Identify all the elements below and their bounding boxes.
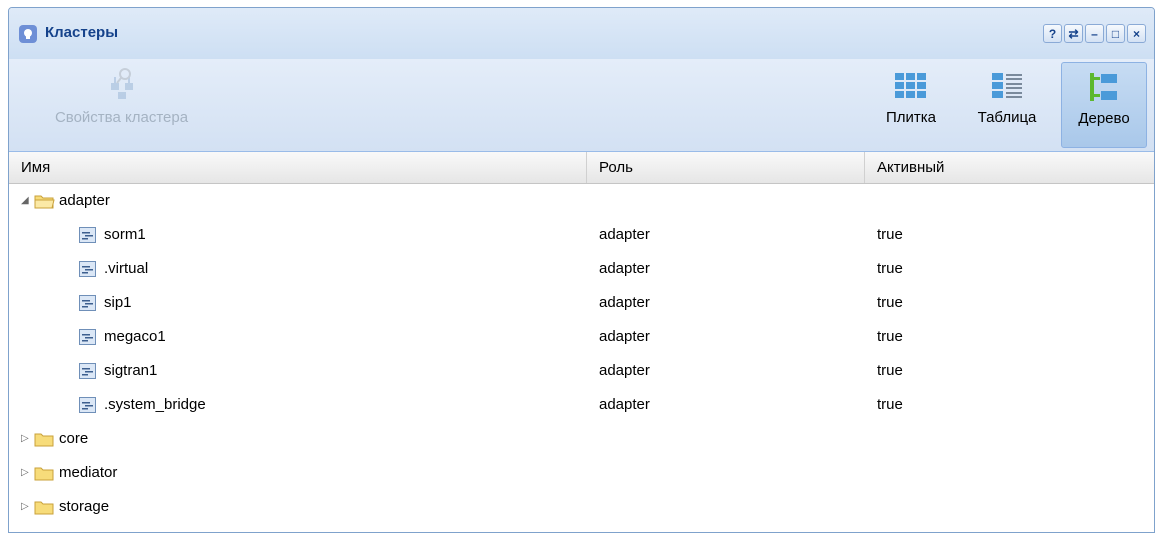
node-name: sip1: [104, 294, 132, 311]
node-name: sigtran1: [104, 362, 158, 379]
clusters-app-icon: [19, 25, 37, 43]
node-role: adapter: [599, 328, 650, 345]
clusters-window: Кластеры ? ⇄ – □ × Свойства кластера Пли…: [8, 7, 1155, 533]
cluster-node-icon: [79, 295, 96, 311]
tree-grid-body: ◢ adapter sorm1 adapter true .virtual ad…: [9, 184, 1154, 524]
node-role: adapter: [599, 260, 650, 277]
folder-name: storage: [59, 498, 110, 515]
expanded-arrow-icon[interactable]: ◢: [21, 184, 29, 218]
view-table-button[interactable]: Таблица: [964, 71, 1050, 126]
cluster-node-icon: [79, 227, 96, 243]
tree-view-icon: [1090, 73, 1117, 101]
node-name: megaco1: [104, 328, 166, 345]
tile-view-icon: [895, 73, 926, 98]
node-active: true: [877, 328, 903, 345]
window-title: Кластеры: [45, 24, 119, 41]
view-tile-label: Плитка: [885, 109, 937, 126]
refresh-icon[interactable]: ⇄: [1064, 24, 1083, 43]
node-name: sorm1: [104, 226, 146, 243]
close-icon[interactable]: ×: [1127, 24, 1146, 43]
view-table-label: Таблица: [977, 109, 1037, 126]
view-tree-label: Дерево: [1078, 110, 1130, 127]
table-view-icon: [992, 73, 1022, 98]
tree-leaf-row[interactable]: .virtual adapter true: [9, 252, 1154, 286]
cluster-properties-button[interactable]: Свойства кластера: [29, 67, 214, 126]
tree-folder-row[interactable]: ▷ core: [9, 422, 1154, 456]
node-name: .virtual: [104, 260, 149, 277]
maximize-icon[interactable]: □: [1106, 24, 1125, 43]
folder-icon: [34, 433, 54, 447]
help-icon[interactable]: ?: [1043, 24, 1062, 43]
cluster-properties-label: Свойства кластера: [54, 109, 189, 126]
node-role: adapter: [599, 396, 650, 413]
window-titlebar[interactable]: Кластеры ? ⇄ – □ ×: [9, 8, 1154, 60]
node-active: true: [877, 294, 903, 311]
node-active: true: [877, 396, 903, 413]
column-header-name[interactable]: Имя: [9, 152, 587, 183]
collapsed-arrow-icon[interactable]: ▷: [21, 422, 29, 456]
node-role: adapter: [599, 294, 650, 311]
view-tree-button[interactable]: Дерево: [1061, 62, 1147, 148]
column-header-role[interactable]: Роль: [587, 152, 865, 183]
cluster-properties-icon: [110, 68, 133, 99]
folder-open-icon: [34, 195, 55, 209]
node-role: adapter: [599, 226, 650, 243]
node-active: true: [877, 260, 903, 277]
cluster-node-icon: [79, 397, 96, 413]
toolbar: Свойства кластера Плитка Таблица Дерево: [9, 59, 1154, 152]
collapsed-arrow-icon[interactable]: ▷: [21, 490, 29, 524]
tree-leaf-row[interactable]: .system_bridge adapter true: [9, 388, 1154, 422]
cluster-node-icon: [79, 261, 96, 277]
tree-folder-row[interactable]: ◢ adapter: [9, 184, 1154, 218]
node-active: true: [877, 362, 903, 379]
tree-leaf-row[interactable]: sigtran1 adapter true: [9, 354, 1154, 388]
folder-icon: [34, 501, 54, 515]
folder-icon: [34, 467, 54, 481]
collapsed-arrow-icon[interactable]: ▷: [21, 456, 29, 490]
folder-name: core: [59, 430, 89, 447]
cluster-node-icon: [79, 363, 96, 379]
tree-leaf-row[interactable]: megaco1 adapter true: [9, 320, 1154, 354]
folder-name: adapter: [59, 192, 110, 209]
minimize-icon[interactable]: –: [1085, 24, 1104, 43]
tree-leaf-row[interactable]: sip1 adapter true: [9, 286, 1154, 320]
view-tile-button[interactable]: Плитка: [876, 71, 946, 126]
tree-folder-row[interactable]: ▷ mediator: [9, 456, 1154, 490]
grid-header: Имя Роль Активный: [9, 152, 1154, 184]
tree-leaf-row[interactable]: sorm1 adapter true: [9, 218, 1154, 252]
folder-name: mediator: [59, 464, 118, 481]
node-active: true: [877, 226, 903, 243]
node-name: .system_bridge: [104, 396, 206, 413]
column-header-active[interactable]: Активный: [865, 152, 1145, 183]
node-role: adapter: [599, 362, 650, 379]
tree-folder-row[interactable]: ▷ storage: [9, 490, 1154, 524]
cluster-node-icon: [79, 329, 96, 345]
window-tools: ? ⇄ – □ ×: [1043, 24, 1146, 43]
